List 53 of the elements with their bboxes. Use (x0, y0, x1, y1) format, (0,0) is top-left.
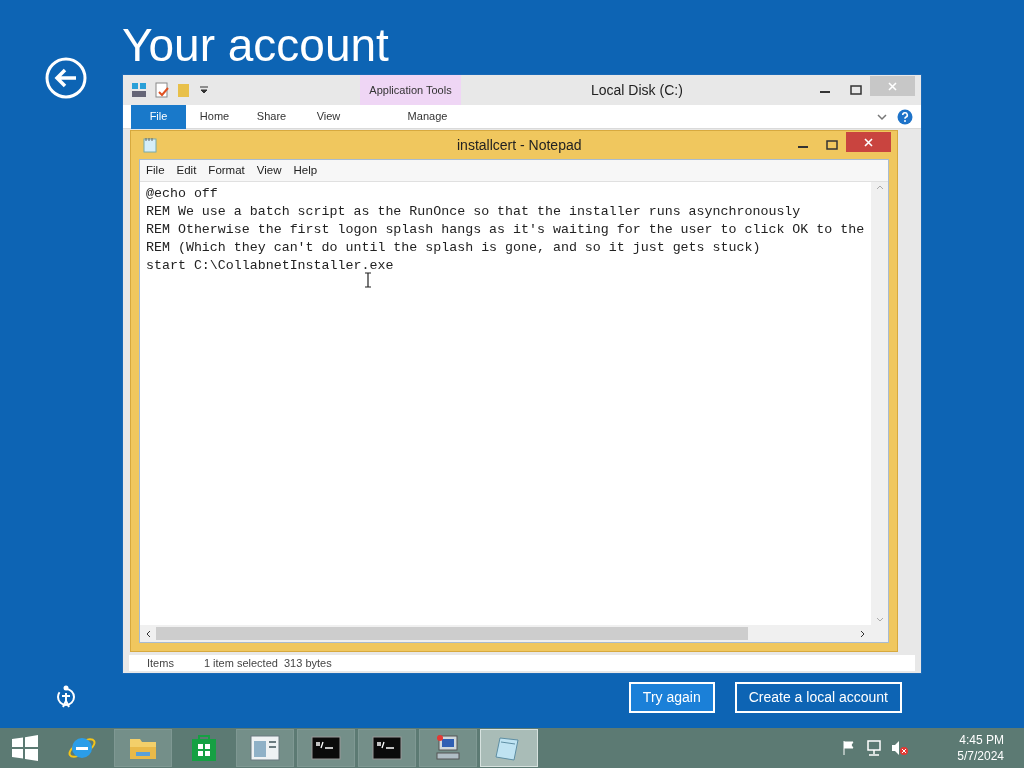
text-line: @echo off (146, 185, 218, 203)
context-tab-group: Application Tools (360, 75, 461, 105)
text-line: start C:\CollabnetInstaller.exe (146, 257, 394, 275)
taskbar-button[interactable] (297, 729, 355, 767)
create-local-account-button[interactable]: Create a local account (734, 682, 902, 713)
maximize-icon[interactable] (850, 85, 862, 95)
menu-item[interactable]: Format (208, 161, 245, 180)
horizontal-scrollbar-thumb[interactable] (156, 627, 748, 640)
try-again-button[interactable]: Try again (628, 682, 715, 713)
menu-item[interactable]: View (256, 161, 282, 180)
text-line: REM Otherwise the first logon splash hangs as it's waiting for the user to click OK to the (146, 221, 865, 239)
muted-speaker-icon[interactable] (891, 740, 910, 756)
text-cursor-icon (364, 272, 372, 288)
close-icon (864, 137, 873, 147)
store-icon (191, 734, 217, 762)
taskbar-button[interactable] (236, 729, 294, 767)
notepad-icon (143, 137, 157, 153)
network-icon[interactable] (865, 740, 884, 756)
maximize-icon[interactable] (826, 140, 838, 150)
close-icon (888, 81, 897, 91)
window-icon (250, 735, 280, 761)
page-title: Your account (122, 22, 389, 68)
taskbar-button[interactable] (419, 729, 477, 767)
properties-icon[interactable] (155, 82, 169, 98)
drive-icon (131, 82, 147, 98)
console-icon (372, 736, 402, 760)
ribbon-tab[interactable]: Manage (377, 104, 478, 129)
clock-time: 4:45 PM (959, 732, 1004, 748)
computer-icon (434, 733, 462, 763)
taskbar-button[interactable] (358, 729, 416, 767)
scroll-right-icon[interactable] (860, 629, 866, 638)
console-icon (311, 736, 341, 760)
menu-item[interactable]: Edit (176, 161, 197, 180)
text-line: REM We use a batch script as the RunOnce so that the installer runs asynchronously (146, 203, 801, 221)
scroll-left-icon[interactable] (145, 629, 151, 638)
text-line: REM (Which they can't do until the splash is gone, and so it just gets stuck) (146, 239, 761, 257)
menu-item[interactable]: File (146, 161, 165, 180)
close-button[interactable] (846, 132, 891, 152)
status-text: 1 item selected 313 bytes (203, 655, 332, 671)
window-title: Local Disk (C:) (591, 80, 683, 100)
ribbon-tab[interactable]: Home (186, 104, 243, 129)
back-icon[interactable] (45, 57, 87, 99)
chevron-icon[interactable] (877, 112, 887, 121)
windows-logo-icon[interactable] (12, 735, 38, 761)
ribbon-tab[interactable]: File (131, 104, 186, 129)
ribbon-tab[interactable]: Share (243, 104, 300, 129)
clock-date: 5/7/2024 (957, 748, 1004, 764)
help-icon[interactable] (897, 108, 913, 125)
window-title: installcert - Notepad (457, 135, 582, 155)
status-text: Items (147, 655, 174, 671)
menu-item[interactable]: Help (293, 161, 318, 180)
ribbon-tab[interactable]: View (300, 104, 357, 129)
dropdown-icon[interactable] (199, 85, 209, 95)
